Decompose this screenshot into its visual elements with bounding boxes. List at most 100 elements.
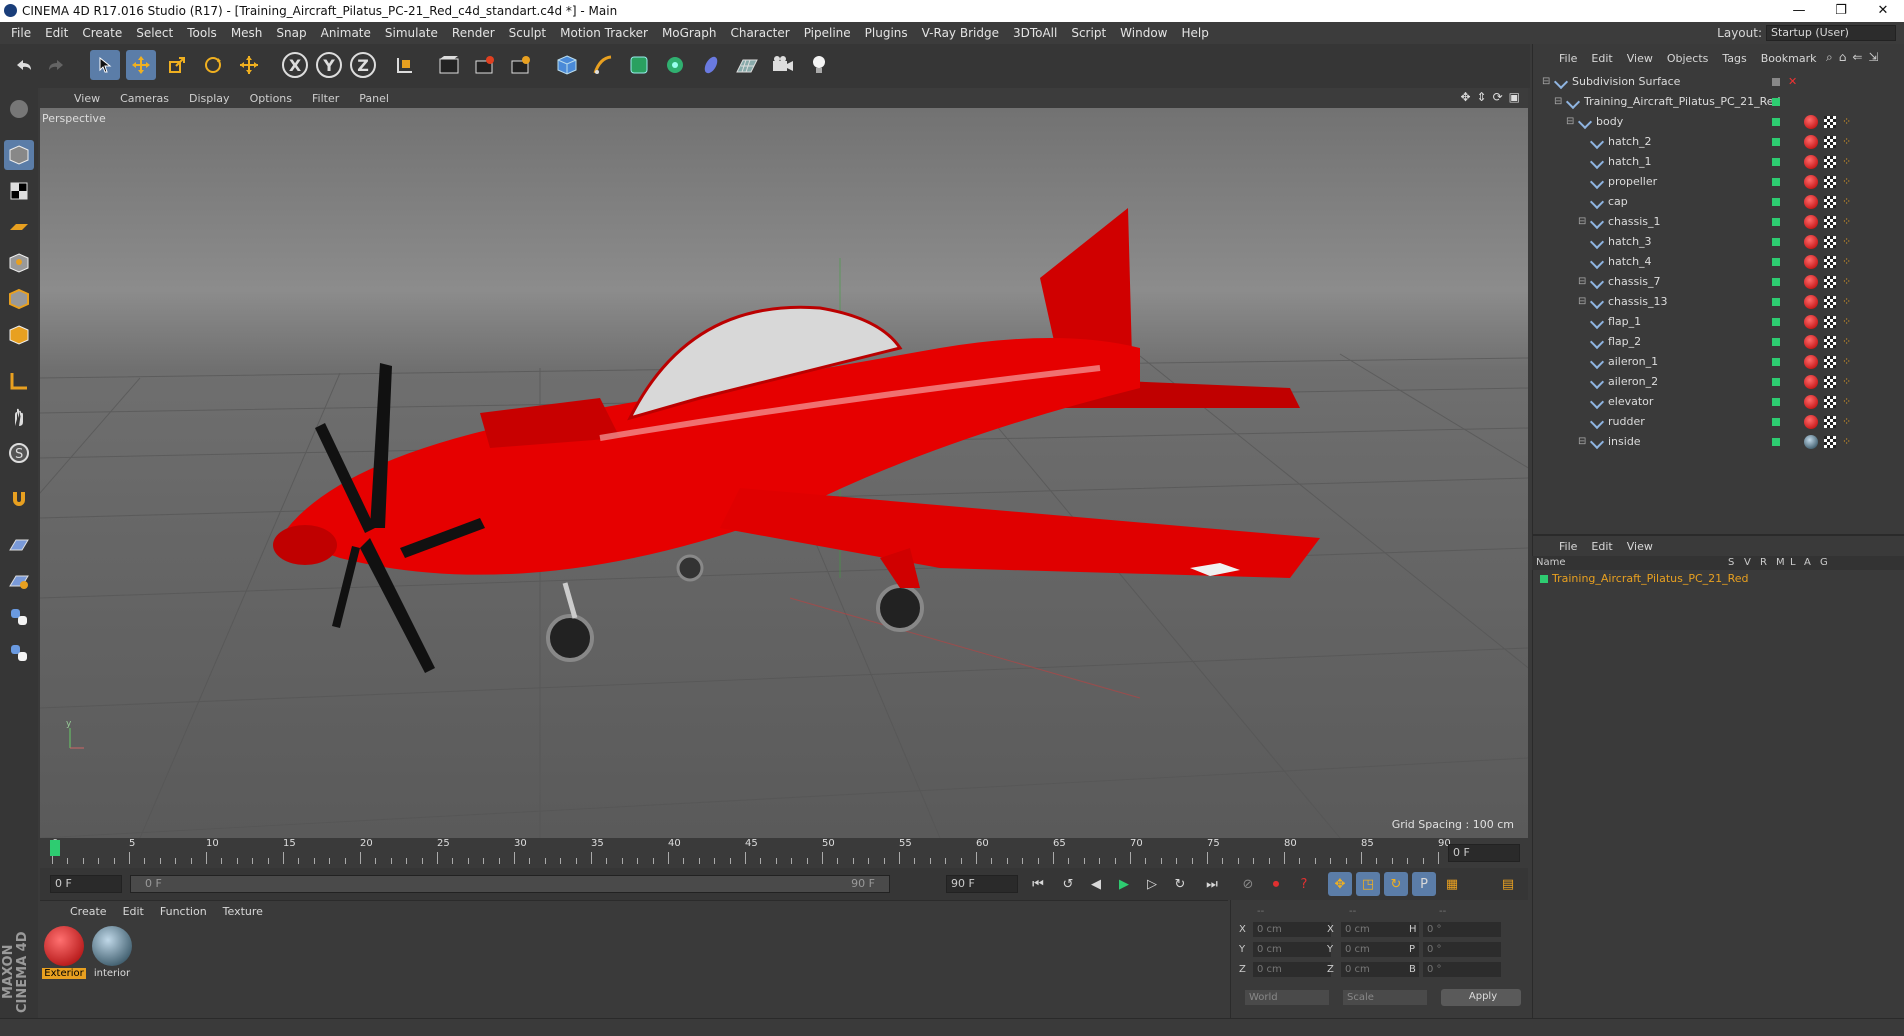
coord-value-field[interactable]: 0 cm	[1341, 942, 1419, 957]
object-row-hatch-3[interactable]: hatch_3 ⁘	[1532, 232, 1904, 252]
texture-tag-icon[interactable]	[1824, 156, 1836, 168]
coord-value-field[interactable]: 0 °	[1423, 922, 1501, 937]
texture-tag-icon[interactable]	[1824, 396, 1836, 408]
viewport-perspective[interactable]: y	[40, 108, 1528, 838]
visibility-dot-icon[interactable]	[1772, 418, 1780, 426]
column-g[interactable]: G	[1820, 557, 1828, 568]
material-menu-texture[interactable]: Texture	[215, 905, 271, 918]
object-row-cap[interactable]: cap ⁘	[1532, 192, 1904, 212]
polygons-mode-icon[interactable]	[4, 320, 34, 350]
visibility-dot-icon[interactable]	[1772, 138, 1780, 146]
expand-toggle-icon[interactable]: ⊟	[1554, 92, 1562, 112]
object-menu-objects[interactable]: Objects	[1660, 52, 1716, 65]
magnet-icon[interactable]	[4, 484, 34, 514]
search-icon[interactable]: ⌕	[1826, 50, 1833, 65]
object-row-elevator[interactable]: elevator ⁘	[1532, 392, 1904, 412]
key-param-icon[interactable]: P	[1412, 872, 1436, 896]
coord-value-field[interactable]: 0 °	[1423, 942, 1501, 957]
menu-motion-tracker[interactable]: Motion Tracker	[553, 26, 655, 40]
end-frame-field[interactable]: 90 F	[946, 875, 1018, 893]
pen-icon[interactable]	[588, 50, 618, 80]
material-tag-icon[interactable]	[1804, 195, 1818, 209]
coord-value-field[interactable]: 0 cm	[1253, 962, 1331, 977]
material-tag-icon[interactable]	[1804, 155, 1818, 169]
object-row-subdivision-surface[interactable]: ⊟ Subdivision Surface ✕	[1532, 72, 1904, 92]
python-script-icon[interactable]	[4, 638, 34, 668]
menu-help[interactable]: Help	[1174, 26, 1215, 40]
maximize-view-icon[interactable]: ▣	[1509, 90, 1520, 104]
home-icon[interactable]: ⌂	[1839, 50, 1847, 65]
pan-icon[interactable]: ✥	[1460, 90, 1470, 104]
material-menu-function[interactable]: Function	[152, 905, 215, 918]
select-icon[interactable]	[90, 50, 120, 80]
texture-tag-icon[interactable]	[1824, 116, 1836, 128]
visibility-dot-icon[interactable]	[1772, 258, 1780, 266]
material-tag-icon[interactable]	[1804, 435, 1818, 449]
object-row-body[interactable]: ⊟ body ⁘	[1532, 112, 1904, 132]
column-v[interactable]: V	[1744, 557, 1751, 568]
points-mode-icon[interactable]	[4, 248, 34, 278]
undo-icon[interactable]	[8, 50, 38, 80]
selection-tag-icon[interactable]: ⁘	[1842, 116, 1854, 128]
model-mode-icon[interactable]	[4, 140, 34, 170]
selection-tag-icon[interactable]: ⁘	[1842, 136, 1854, 148]
cloner-icon[interactable]	[660, 50, 690, 80]
key-rotation-icon[interactable]: ↻	[1384, 872, 1408, 896]
object-row-inside[interactable]: ⊟ inside ⁘	[1532, 432, 1904, 452]
subdivide-icon[interactable]	[624, 50, 654, 80]
frame-range-slider[interactable]: 0 F 90 F	[130, 875, 890, 893]
object-menu-edit[interactable]: Edit	[1584, 52, 1619, 65]
menu-edit[interactable]: Edit	[38, 26, 75, 40]
scale-dropdown[interactable]: Scale	[1343, 990, 1427, 1005]
expand-icon[interactable]: ⇲	[1868, 50, 1878, 65]
dolly-icon[interactable]: ⇕	[1477, 90, 1487, 104]
coord-value-field[interactable]: 0 °	[1423, 962, 1501, 977]
column-a[interactable]: A	[1804, 557, 1811, 568]
selection-tag-icon[interactable]: ⁘	[1842, 176, 1854, 188]
visibility-dot-icon[interactable]	[1772, 198, 1780, 206]
menu-sculpt[interactable]: Sculpt	[502, 26, 553, 40]
cube-icon[interactable]	[552, 50, 582, 80]
texture-tag-icon[interactable]	[1824, 236, 1836, 248]
deformer-icon[interactable]	[696, 50, 726, 80]
texture-mode-icon[interactable]	[4, 176, 34, 206]
material-exterior[interactable]: Exterior	[42, 926, 86, 982]
minimize-button[interactable]: —	[1778, 0, 1820, 22]
expand-toggle-icon[interactable]: ⊟	[1578, 432, 1586, 452]
material-tag-icon[interactable]	[1804, 115, 1818, 129]
menu-mograph[interactable]: MoGraph	[655, 26, 724, 40]
render-picture-icon[interactable]	[470, 50, 500, 80]
menu-file[interactable]: File	[4, 26, 38, 40]
viewport-menu-filter[interactable]: Filter	[302, 92, 349, 105]
menu-create[interactable]: Create	[75, 26, 129, 40]
back-icon[interactable]: ⇐	[1852, 50, 1862, 65]
make-editable-icon[interactable]	[4, 94, 34, 124]
record-keys-icon[interactable]: ⊘	[1236, 872, 1260, 896]
visibility-dot-icon[interactable]	[1772, 98, 1780, 106]
timeline-icon[interactable]: ▤	[1496, 872, 1520, 896]
object-row-propeller[interactable]: propeller ⁘	[1532, 172, 1904, 192]
texture-tag-icon[interactable]	[1824, 196, 1836, 208]
visibility-dot-icon[interactable]	[1772, 238, 1780, 246]
orbit-icon[interactable]: ⟳	[1493, 90, 1503, 104]
visibility-dot-icon[interactable]	[1772, 158, 1780, 166]
maximize-button[interactable]: ❐	[1820, 0, 1862, 22]
snap-icon[interactable]: S	[4, 438, 34, 468]
object-menu-bookmark[interactable]: Bookmark	[1754, 52, 1824, 65]
prev-key-icon[interactable]: ↺	[1056, 872, 1080, 896]
goto-start-icon[interactable]: ⏮	[1026, 872, 1050, 896]
visibility-dot-icon[interactable]	[1772, 318, 1780, 326]
edit-render-icon[interactable]	[506, 50, 536, 80]
coord-value-field[interactable]: 0 cm	[1253, 942, 1331, 957]
material-tag-icon[interactable]	[1804, 375, 1818, 389]
selection-tag-icon[interactable]: ⁘	[1842, 416, 1854, 428]
menu-tools[interactable]: Tools	[180, 26, 224, 40]
material-tag-icon[interactable]	[1804, 215, 1818, 229]
selection-tag-icon[interactable]: ⁘	[1842, 396, 1854, 408]
viewport-menu-view[interactable]: View	[64, 92, 110, 105]
texture-tag-icon[interactable]	[1824, 316, 1836, 328]
material-tag-icon[interactable]	[1804, 415, 1818, 429]
expand-toggle-icon[interactable]: ⊟	[1578, 272, 1586, 292]
selection-tag-icon[interactable]: ⁘	[1842, 436, 1854, 448]
object-menu-view[interactable]: View	[1620, 52, 1660, 65]
